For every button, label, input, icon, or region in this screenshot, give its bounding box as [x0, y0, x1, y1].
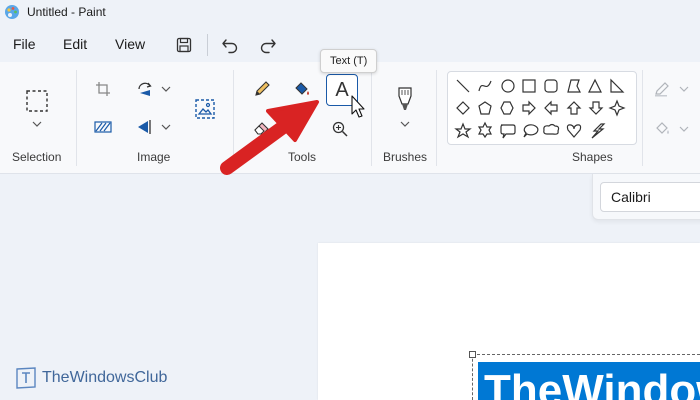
dashed-rectangle-select-icon: [26, 90, 48, 112]
selected-text-box[interactable]: TheWindowsClub: [478, 362, 700, 400]
resize-button[interactable]: [92, 116, 114, 138]
four-point-star-shape-icon: [608, 99, 626, 117]
group-divider: [436, 70, 437, 166]
flip-dropdown-chevron[interactable]: [160, 121, 172, 133]
left-arrow-shape-icon: [544, 100, 558, 116]
watermark-text: TheWindowsClub: [42, 369, 168, 386]
chevron-down-icon: [679, 126, 689, 132]
redo-button[interactable]: [255, 32, 281, 58]
five-point-star-shape-icon: [454, 122, 472, 139]
group-divider: [76, 70, 77, 166]
group-divider: [233, 70, 234, 166]
cloud-callout-shape-icon: [543, 123, 560, 135]
shape-fill-button[interactable]: [652, 119, 674, 139]
rotate-dropdown-chevron[interactable]: [160, 83, 172, 95]
brushes-button[interactable]: [393, 84, 417, 114]
undo-icon: [222, 39, 238, 54]
save-icon: [176, 37, 192, 53]
group-divider: [642, 70, 643, 166]
paint-palette-icon: [4, 4, 20, 20]
crop-button[interactable]: [92, 78, 114, 100]
windows-club-logo-icon: [16, 367, 36, 389]
flip-icon: [138, 120, 151, 134]
image-picture-icon: [195, 99, 215, 119]
rotate-button[interactable]: [134, 78, 156, 100]
pencil-icon: [255, 81, 270, 96]
group-label-tools: Tools: [288, 150, 317, 164]
font-family-select[interactable]: Calibri: [600, 182, 700, 212]
zoom-in-magnifier-icon: [332, 121, 348, 137]
pentagon-shape-icon: [478, 101, 492, 115]
chevron-down-icon: [400, 121, 410, 127]
menu-view[interactable]: View: [115, 36, 145, 52]
rounded-callout-shape-icon: [500, 124, 516, 139]
eraser-button[interactable]: [250, 116, 274, 140]
magnifier-button[interactable]: [330, 119, 350, 139]
chevron-down-icon: [161, 124, 171, 130]
chevron-down-icon: [161, 86, 171, 92]
menu-file[interactable]: File: [13, 36, 36, 52]
group-label-brushes: Brushes: [383, 150, 428, 164]
resize-handle[interactable]: [469, 351, 476, 358]
rectangle-shape-icon: [522, 79, 536, 93]
pencil-button[interactable]: [250, 77, 274, 101]
shapes-gallery: [447, 71, 637, 145]
polygon-shape-icon: [567, 79, 581, 93]
brushes-dropdown-chevron[interactable]: [399, 118, 411, 130]
down-arrow-shape-icon: [588, 101, 604, 115]
group-divider: [371, 70, 372, 166]
fill-bucket-icon: [656, 122, 669, 134]
six-point-star-shape-icon: [477, 121, 493, 139]
heart-shape-icon: [566, 124, 582, 138]
triangle-shape-icon: [588, 78, 602, 93]
resize-skew-icon: [94, 121, 112, 133]
text-tool-glyph: A: [335, 78, 349, 101]
chevron-down-icon: [32, 121, 42, 127]
oval-shape-icon: [501, 79, 515, 93]
lightning-shape-icon: [591, 123, 606, 139]
curve-shape-icon: [478, 80, 492, 92]
select-button[interactable]: [22, 86, 52, 116]
window-title: Untitled - Paint: [27, 5, 106, 19]
hexagon-shape-icon: [500, 101, 514, 115]
chevron-down-icon: [679, 86, 689, 92]
image-button[interactable]: [192, 96, 218, 122]
text-tool-tooltip: Text (T): [320, 49, 378, 73]
group-label-image: Image: [137, 150, 171, 164]
watermark: TheWindowsClub: [16, 367, 167, 389]
flip-button[interactable]: [134, 116, 156, 138]
shape-outline-button[interactable]: [652, 79, 674, 99]
group-label-selection: Selection: [12, 150, 62, 164]
select-dropdown-chevron[interactable]: [30, 118, 44, 130]
outline-dropdown-chevron[interactable]: [678, 83, 690, 95]
shapes-grid: [454, 78, 626, 139]
fill-button[interactable]: [290, 77, 314, 101]
rounded-rectangle-shape-icon: [544, 79, 558, 93]
menu-edit[interactable]: Edit: [63, 36, 87, 52]
line-shape-icon: [456, 79, 470, 93]
redo-icon: [260, 39, 276, 54]
undo-button[interactable]: [217, 32, 243, 58]
diamond-shape-icon: [456, 101, 470, 115]
canvas-text: TheWindowsClub: [484, 366, 700, 400]
right-arrow-shape-icon: [522, 100, 536, 116]
text-tool-button[interactable]: A: [326, 74, 358, 106]
right-triangle-shape-icon: [610, 78, 625, 93]
title-bar: Untitled - Paint: [0, 0, 700, 26]
outline-pen-icon: [655, 82, 669, 97]
oval-callout-shape-icon: [523, 124, 539, 138]
up-arrow-shape-icon: [566, 101, 582, 115]
paint-bucket-icon: [295, 82, 309, 95]
save-button[interactable]: [171, 32, 197, 58]
quick-access-divider: [207, 34, 208, 56]
crop-icon: [96, 82, 110, 96]
brush-icon: [398, 87, 412, 110]
fill-dropdown-chevron[interactable]: [678, 123, 690, 135]
group-label-shapes: Shapes: [572, 150, 613, 164]
eraser-icon: [254, 122, 269, 135]
rotate-icon: [138, 82, 152, 96]
